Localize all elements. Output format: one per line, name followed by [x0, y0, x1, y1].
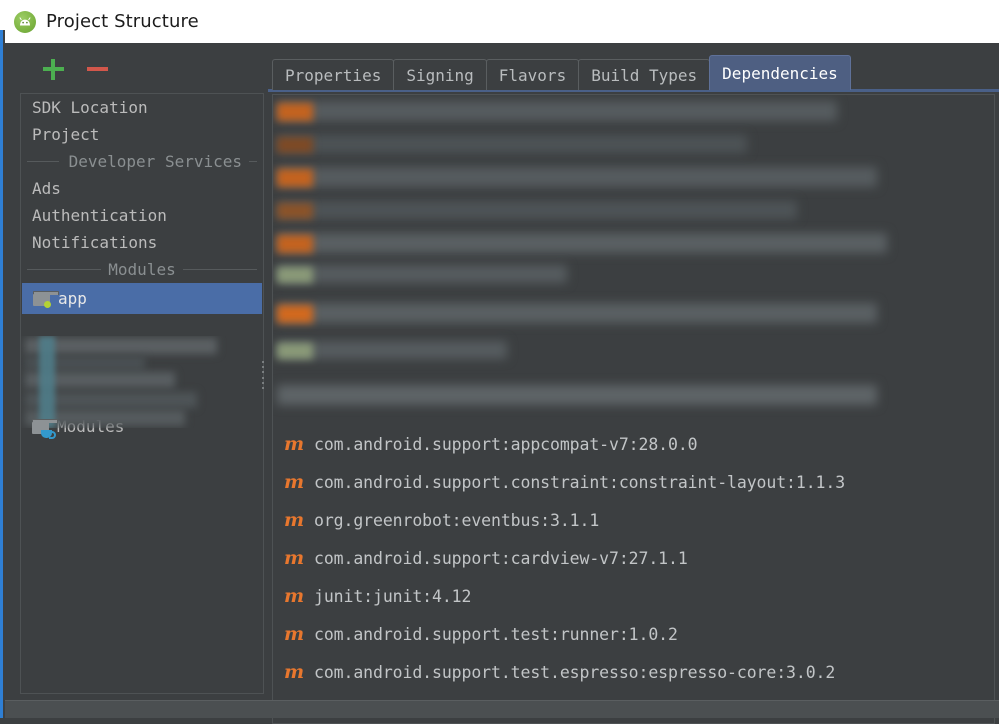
dependency-row[interactable]: m com.android.support.test:runner:1.0.2: [273, 615, 994, 653]
dependency-label: com.android.support:cardview-v7:27.1.1: [314, 548, 688, 568]
sidebar-item-label: app: [58, 289, 87, 308]
dependency-label: com.android.support.constraint:constrain…: [314, 472, 846, 492]
minus-icon: [86, 67, 108, 71]
sidebar-item-label: Authentication: [32, 206, 167, 225]
folder-icon: [33, 291, 59, 308]
tab-signing[interactable]: Signing: [393, 59, 487, 90]
tab-dependencies[interactable]: Dependencies: [709, 55, 851, 90]
dependency-label: com.android.support.test:runner:1.0.2: [314, 624, 678, 644]
dependency-label: org.greenrobot:eventbus:3.1.1: [314, 510, 600, 530]
window-bottom-strip: [5, 700, 999, 718]
sidebar-item-notifications[interactable]: Notifications: [21, 229, 263, 256]
dependency-row[interactable]: m com.android.support.constraint:constra…: [273, 463, 994, 501]
sidebar-item-authentication[interactable]: Authentication: [21, 202, 263, 229]
maven-icon: m: [283, 546, 305, 569]
remove-module-button[interactable]: [84, 56, 110, 82]
maven-icon: m: [283, 622, 305, 645]
android-studio-icon: [14, 10, 36, 33]
sidebar-section-label: Developer Services: [68, 152, 242, 171]
project-structure-window: Project Structure SDK Location Project D: [0, 0, 999, 724]
add-module-button[interactable]: [40, 56, 66, 82]
maven-icon: m: [283, 584, 305, 607]
panel-splitter[interactable]: [260, 358, 266, 392]
tab-label: Build Types: [591, 65, 698, 85]
tab-label: Flavors: [498, 65, 567, 85]
folder-java-icon: [32, 418, 58, 439]
sidebar-section-modules: Modules: [21, 256, 263, 283]
tab-bar: Properties Signing Flavors Build Types D…: [272, 55, 851, 90]
sidebar-item-app[interactable]: app: [22, 283, 262, 314]
dependency-row[interactable]: m junit:junit:4.12: [273, 577, 994, 615]
sidebar-item-project[interactable]: Project: [21, 121, 263, 148]
sidebar-item-ads[interactable]: Ads: [21, 175, 263, 202]
tab-label: Signing: [406, 65, 474, 85]
sidebar: SDK Location Project Developer Services …: [5, 43, 264, 701]
dependency-row[interactable]: m com.android.support.test.espresso:espr…: [273, 653, 994, 691]
dependency-label: com.android.support.test.espresso:espres…: [314, 662, 836, 682]
redacted-region-sidebar: [21, 336, 263, 428]
window-title: Project Structure: [46, 11, 199, 32]
dependency-row[interactable]: m com.android.support:cardview-v7:27.1.1: [273, 539, 994, 577]
sidebar-section-label: Modules: [108, 260, 176, 279]
dependencies-list: m com.android.support:appcompat-v7:28.0.…: [272, 94, 995, 724]
sidebar-section-developer-services: Developer Services: [21, 148, 263, 175]
tab-build-types[interactable]: Build Types: [578, 59, 711, 90]
sidebar-item-label: Ads: [32, 179, 61, 198]
tab-label: Properties: [285, 65, 382, 85]
main-panel: Properties Signing Flavors Build Types D…: [268, 43, 999, 724]
sidebar-item-label: Project: [32, 125, 100, 144]
dependency-row[interactable]: m org.greenrobot:eventbus:3.1.1: [273, 501, 994, 539]
tab-properties[interactable]: Properties: [272, 59, 395, 90]
dependency-label: junit:junit:4.12: [314, 586, 472, 606]
tab-label: Dependencies: [722, 63, 838, 83]
sidebar-item-label: Notifications: [32, 233, 158, 252]
sidebar-item-sdk-location[interactable]: SDK Location: [21, 94, 263, 121]
redacted-region-dependencies: [273, 95, 994, 425]
maven-icon: m: [283, 508, 305, 531]
sidebar-toolbar: [5, 43, 263, 91]
dependency-label: com.android.support:appcompat-v7:28.0.0: [314, 434, 698, 454]
tab-flavors[interactable]: Flavors: [485, 59, 580, 90]
sidebar-item-label: SDK Location: [32, 98, 148, 117]
maven-icon: m: [283, 660, 305, 683]
sidebar-list: SDK Location Project Developer Services …: [20, 93, 264, 694]
maven-icon: m: [283, 470, 305, 493]
maven-icon: m: [283, 432, 305, 455]
dependency-row[interactable]: m com.android.support:appcompat-v7:28.0.…: [273, 425, 994, 463]
title-bar: Project Structure: [0, 0, 999, 43]
